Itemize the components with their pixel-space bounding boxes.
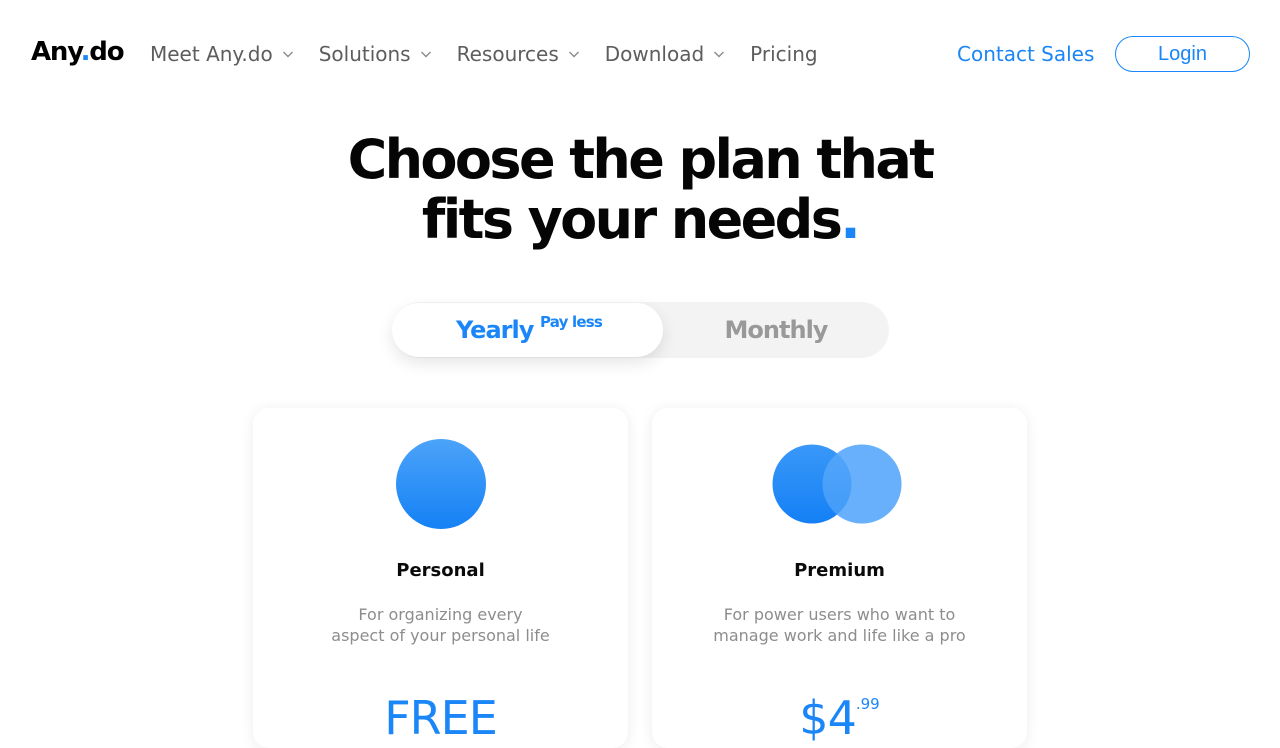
plan-name: Personal (396, 560, 485, 581)
plan-description-line2: manage work and life like a pro (713, 626, 966, 645)
nav-item-label: Resources (456, 42, 559, 66)
hero-title-line1: Choose the plan that (347, 128, 935, 191)
toggle-monthly-option[interactable]: Monthly (663, 302, 889, 358)
login-button[interactable]: Login (1115, 36, 1250, 72)
personal-plan-icon (253, 438, 628, 530)
plan-description-line2: aspect of your personal life (331, 626, 550, 645)
contact-sales-link[interactable]: Contact Sales (957, 42, 1094, 66)
logo-text: Any (31, 37, 82, 67)
hero-title-line2: fits your needs (421, 188, 843, 251)
plan-name: Premium (794, 560, 885, 581)
plan-description: For power users who want to manage work … (692, 604, 987, 646)
plan-price: $4.99 (652, 690, 1027, 746)
plan-price-cents: .99 (855, 695, 880, 713)
nav-item-download[interactable]: Download (605, 42, 726, 66)
yearly-label: Yearly (456, 316, 534, 344)
plan-price: FREE (253, 690, 628, 746)
plan-price-value: FREE (384, 691, 498, 745)
nav-item-label: Meet Any.do (150, 42, 273, 66)
nav-item-label: Pricing (750, 42, 818, 66)
plan-card-personal: Personal For organizing every aspect of … (253, 408, 628, 748)
nav-item-pricing[interactable]: Pricing (750, 42, 817, 66)
hero-title-line2-wrap: fits your needs. (0, 190, 1280, 250)
logo-dot: . (80, 37, 91, 67)
plan-description-line1: For organizing every (358, 605, 523, 624)
toggle-yearly-option[interactable]: Yearly Pay less (392, 303, 663, 357)
nav-item-resources[interactable]: Resources (457, 42, 581, 66)
premium-plan-icon (652, 438, 1027, 530)
anydo-logo[interactable]: Any.do (31, 36, 125, 68)
plan-price-value: $4 (799, 691, 857, 745)
plan-card-premium: Premium For power users who want to mana… (652, 408, 1027, 748)
billing-period-toggle: Yearly Pay less Monthly (392, 302, 889, 358)
nav-item-solutions[interactable]: Solutions (319, 42, 433, 66)
plan-description: For organizing every aspect of your pers… (293, 604, 588, 646)
main-menu: Meet Any.do Solutions Resources Download… (150, 42, 842, 66)
top-navigation: Any.do Meet Any.do Solutions Resources D… (0, 0, 1280, 108)
logo-suffix: do (89, 37, 124, 67)
plan-description-line1: For power users who want to (723, 605, 956, 624)
hero-title-dot: . (840, 188, 861, 251)
chevron-down-icon (419, 47, 433, 61)
chevron-down-icon (567, 47, 581, 61)
nav-item-meet-anydo[interactable]: Meet Any.do (150, 42, 295, 66)
chevron-down-icon (712, 47, 726, 61)
nav-item-label: Download (604, 42, 705, 66)
chevron-down-icon (281, 47, 295, 61)
nav-item-label: Solutions (318, 42, 411, 66)
pay-less-badge: Pay less (540, 313, 603, 331)
page-title: Choose the plan that fits your needs. (0, 130, 1280, 250)
